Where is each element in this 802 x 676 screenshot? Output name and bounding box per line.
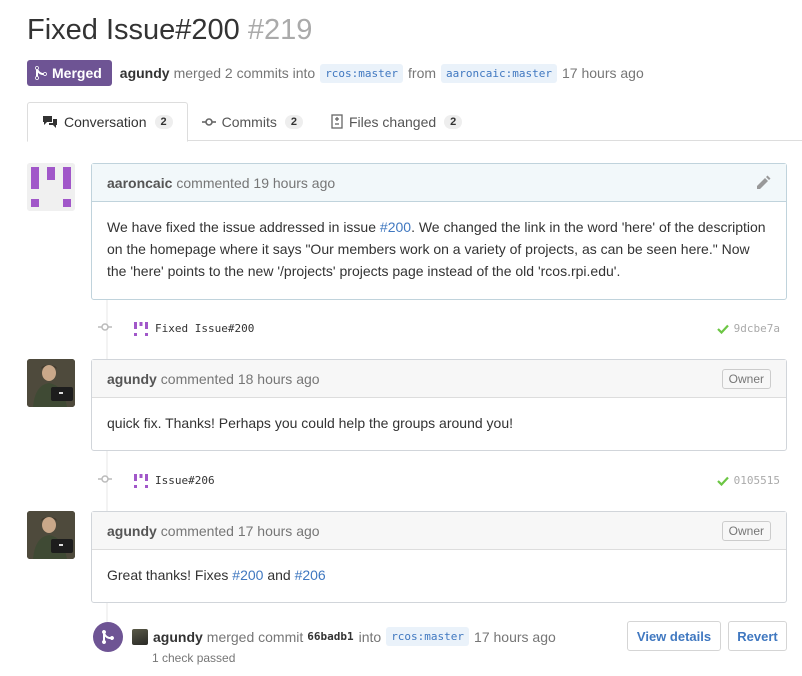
view-details-button[interactable]: View details [627,621,721,651]
merge-branch[interactable]: rcos:master [386,627,470,646]
commit-message[interactable]: Issue#206 [155,474,215,487]
comment-author[interactable]: agundy [107,523,157,539]
comment-action: commented 19 hours ago [176,174,336,191]
commit-row: Issue#206 0105515 [91,469,787,493]
tab-conversation[interactable]: Conversation 2 [27,102,188,142]
check-icon[interactable] [716,476,729,486]
owner-badge: Owner [721,520,771,541]
commit-sha-block: 9dcbe7a [716,322,780,335]
merge-text: agundy merged commit 66badb1 into rcos:m… [132,627,556,646]
commit-sha-block: 0105515 [716,474,780,487]
merge-action: merged commit [206,628,304,645]
comment-header: agundy commented 17 hours ago Owner [92,512,786,550]
diff-icon [331,114,343,129]
comment-body: We have fixed the issue addressed in iss… [92,202,786,296]
tab-commits-label: Commits [221,113,277,130]
pr-merge-text: merged 2 commits into [173,65,316,81]
avatar-agundy[interactable] [27,511,75,559]
pr-time: 17 hours ago [562,65,644,81]
tab-commits[interactable]: Commits 2 [188,102,317,141]
git-merge-icon [35,65,47,81]
user-photo-icon [27,359,75,407]
issue-link-206[interactable]: #206 [295,567,326,583]
git-merge-icon [93,622,123,652]
git-commit-icon [98,322,112,335]
identicon-icon [27,163,75,211]
pr-number: #219 [247,14,313,46]
check-icon[interactable] [716,324,729,334]
owner-badge: Owner [721,368,771,389]
commit-author-avatar[interactable] [133,473,149,492]
merge-event: agundy merged commit 66badb1 into rcos:m… [91,620,787,676]
comment-action: commented 17 hours ago [160,522,320,539]
commit-sha[interactable]: 9dcbe7a [734,322,780,335]
pr-title: Fixed Issue#200 #219 [27,14,312,47]
merged-label: Merged [52,65,102,81]
from-text: from [408,65,437,81]
tab-conversation-count: 2 [154,115,173,129]
comment-body: Great thanks! Fixes #200 and #206 [92,550,786,600]
base-branch[interactable]: rcos:master [320,63,404,83]
tab-commits-count: 2 [284,114,303,129]
pr-author-link[interactable]: agundy [120,65,170,81]
commit-sha[interactable]: 0105515 [734,474,780,487]
issue-link-200[interactable]: #200 [380,219,411,235]
tab-conversation-label: Conversation [64,114,147,130]
merge-author[interactable]: agundy [153,629,203,645]
comment-agundy-1: agundy commented 18 hours ago Owner quic… [91,359,787,451]
head-branch[interactable]: aaroncaic:master [441,63,558,83]
merge-commit-sha[interactable]: 66badb1 [307,630,353,643]
pencil-icon[interactable] [757,175,771,192]
comment-text: We have fixed the issue addressed in iss… [107,219,380,235]
issue-link-200[interactable]: #200 [232,567,263,583]
commit-author-avatar[interactable] [133,321,149,340]
merge-time: 17 hours ago [474,628,556,645]
comment-body: quick fix. Thanks! Perhaps you could hel… [107,415,513,431]
comment-aaroncaic: aaroncaic commented 19 hours ago We have… [91,163,787,300]
commit-row: Fixed Issue#200 9dcbe7a [91,317,787,341]
comment-author[interactable]: agundy [107,371,157,387]
comment-text: Great thanks! Fixes [107,567,233,583]
tab-files-changed-count: 2 [444,114,463,129]
checks-passed[interactable]: 1 check passed [152,651,235,665]
avatar[interactable] [132,628,148,645]
comment-agundy-2: agundy commented 17 hours ago Owner Grea… [91,511,787,603]
tab-files-changed-label: Files changed [348,113,437,130]
comment-header: aaroncaic commented 19 hours ago [92,164,786,202]
comment-action: commented 18 hours ago [160,370,320,387]
comment-discussion-icon [42,115,58,129]
comment-author[interactable]: aaroncaic [107,175,172,191]
revert-button[interactable]: Revert [728,621,787,651]
git-commit-icon [201,117,216,127]
pr-title-text: Fixed Issue#200 [27,14,240,46]
pr-tabs: Conversation 2 Commits 2 Files changed 2 [27,102,802,142]
comment-text: and [263,567,295,583]
merged-state-badge: Merged [27,60,112,86]
tab-files-changed[interactable]: Files changed 2 [317,102,476,141]
commit-message[interactable]: Fixed Issue#200 [155,322,254,335]
merge-into: into [358,628,382,645]
comment-header: agundy commented 18 hours ago Owner [92,360,786,398]
pr-meta: Merged agundy merged 2 commits into rcos… [27,60,644,86]
user-photo-icon [27,511,75,559]
avatar-aaroncaic[interactable] [27,163,75,211]
git-commit-icon [98,474,112,487]
avatar-agundy[interactable] [27,359,75,407]
